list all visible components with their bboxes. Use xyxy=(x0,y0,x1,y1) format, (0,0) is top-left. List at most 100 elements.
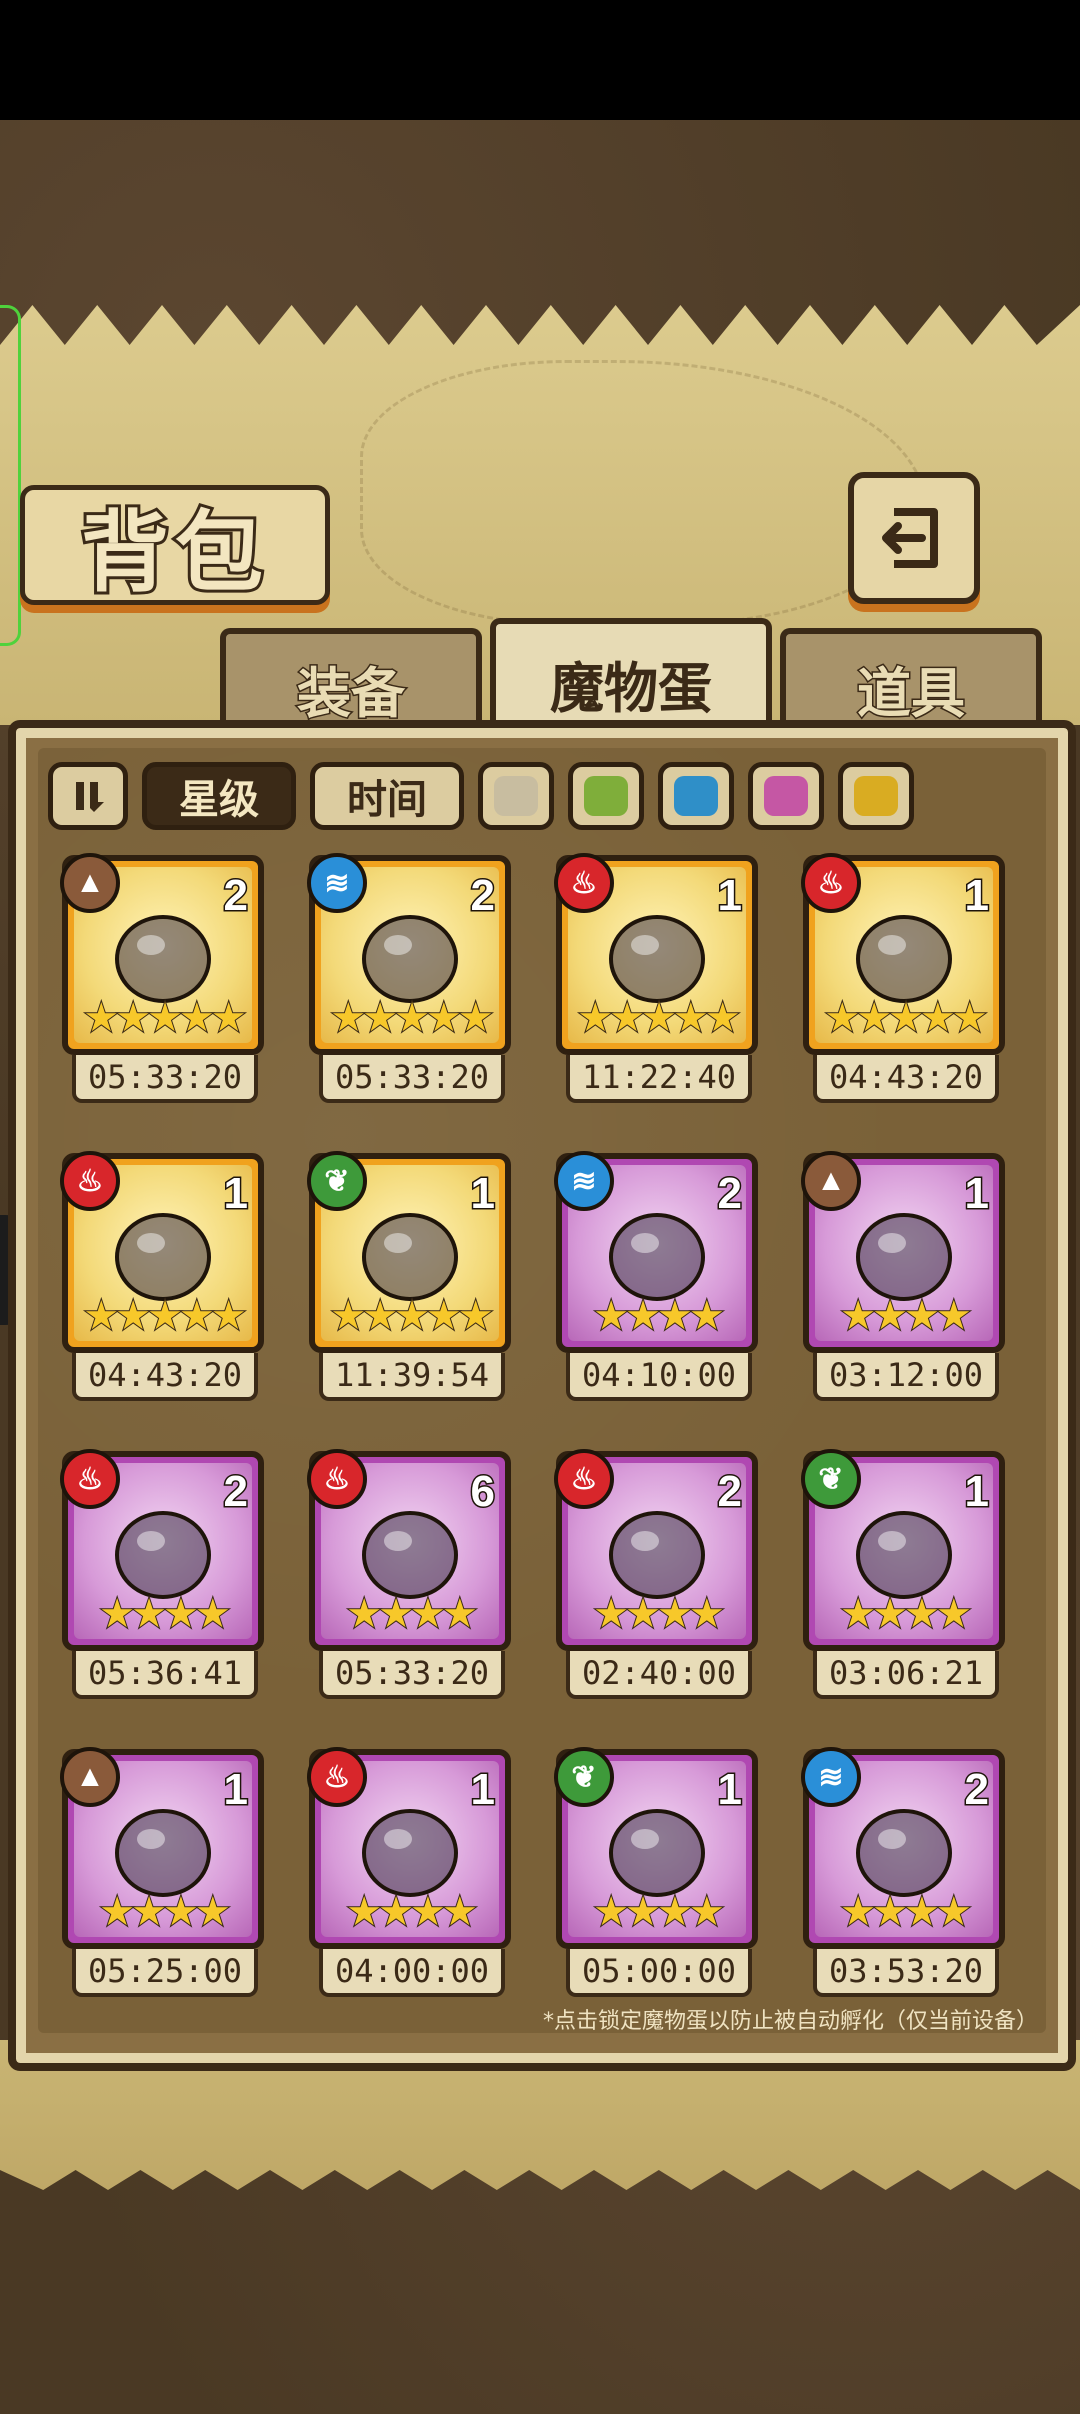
egg-count: 1 xyxy=(963,870,991,922)
egg-count: 1 xyxy=(222,1764,250,1816)
sort-order-toggle[interactable] xyxy=(48,762,128,830)
star-rating: ★★★★ xyxy=(839,1889,972,1935)
egg-frame: ♨ 2 ★★★★ xyxy=(60,1449,264,1651)
egg-card[interactable]: ▲ 1 ★★★★ 03:12:00 xyxy=(801,1151,1013,1408)
egg-frame: ♨ 1 ★★★★ xyxy=(307,1747,511,1949)
hatch-timer: 05:33:20 xyxy=(319,1055,505,1103)
egg-count: 1 xyxy=(469,1168,497,1220)
egg-frame: ❦ 1 ★★★★★ xyxy=(307,1151,511,1353)
fire-element-icon: ♨ xyxy=(554,853,614,913)
fire-element-icon: ♨ xyxy=(60,1449,120,1509)
side-overlay-handle[interactable] xyxy=(0,305,21,646)
star-rating: ★★★★ xyxy=(345,1889,478,1935)
egg-frame: ♨ 1 ★★★★★ xyxy=(554,853,758,1055)
star-rating: ★★★★ xyxy=(345,1591,478,1637)
lock-hint-footnote: *点击锁定魔物蛋以防止被自动孵化（仅当前设备） xyxy=(542,2009,1038,2034)
nature-element-icon: ❦ xyxy=(801,1449,861,1509)
hatch-timer: 05:25:00 xyxy=(72,1949,258,1997)
filter-color-neutral[interactable] xyxy=(478,762,554,830)
hatch-timer: 05:00:00 xyxy=(566,1949,752,1997)
egg-frame: ▲ 2 ★★★★★ xyxy=(60,853,264,1055)
egg-frame: ≋ 2 ★★★★ xyxy=(801,1747,1005,1949)
egg-card[interactable]: ♨ 1 ★★★★★ 04:43:20 xyxy=(801,853,1013,1110)
nature-element-icon: ❦ xyxy=(554,1747,614,1807)
egg-count: 2 xyxy=(469,870,497,922)
fire-element-icon: ♨ xyxy=(307,1747,367,1807)
sort-by-star-button[interactable]: 星级 xyxy=(142,762,296,830)
hatch-timer: 11:39:54 xyxy=(319,1353,505,1401)
egg-card[interactable]: ♨ 2 ★★★★ 02:40:00 xyxy=(554,1449,766,1706)
egg-frame: ♨ 1 ★★★★★ xyxy=(60,1151,264,1353)
egg-count: 2 xyxy=(963,1764,991,1816)
star-rating: ★★★★ xyxy=(839,1591,972,1637)
water-element-icon: ≋ xyxy=(801,1747,861,1807)
hatch-timer: 05:36:41 xyxy=(72,1651,258,1699)
egg-frame: ♨ 6 ★★★★ xyxy=(307,1449,511,1651)
page-title-plate: 背包 xyxy=(20,485,330,607)
star-rating: ★★★★★ xyxy=(823,995,988,1041)
earth-element-icon: ▲ xyxy=(60,1747,120,1807)
egg-count: 1 xyxy=(469,1764,497,1816)
fire-element-icon: ♨ xyxy=(554,1449,614,1509)
egg-frame: ≋ 2 ★★★★★ xyxy=(307,853,511,1055)
color-swatch xyxy=(764,776,808,816)
egg-card[interactable]: ❦ 1 ★★★★ 03:06:21 xyxy=(801,1449,1013,1706)
egg-count: 1 xyxy=(716,870,744,922)
egg-card[interactable]: ♨ 6 ★★★★ 05:33:20 xyxy=(307,1449,519,1706)
back-button[interactable] xyxy=(848,472,980,604)
egg-count: 2 xyxy=(222,1466,250,1518)
egg-card[interactable]: ≋ 2 ★★★★★ 05:33:20 xyxy=(307,853,519,1110)
color-swatch xyxy=(854,776,898,816)
egg-card[interactable]: ♨ 1 ★★★★★ 04:43:20 xyxy=(60,1151,272,1408)
fire-element-icon: ♨ xyxy=(60,1151,120,1211)
egg-card[interactable]: ♨ 1 ★★★★ 04:00:00 xyxy=(307,1747,519,2004)
egg-card[interactable]: ≋ 2 ★★★★ 04:10:00 xyxy=(554,1151,766,1408)
egg-frame: ❦ 1 ★★★★ xyxy=(801,1449,1005,1651)
filter-color-gold[interactable] xyxy=(838,762,914,830)
egg-card[interactable]: ❦ 1 ★★★★ 05:00:00 xyxy=(554,1747,766,2004)
hatch-timer: 05:33:20 xyxy=(319,1651,505,1699)
egg-frame: ▲ 1 ★★★★ xyxy=(60,1747,264,1949)
color-swatch xyxy=(584,776,628,816)
star-rating: ★★★★ xyxy=(98,1591,231,1637)
hatch-timer: 04:43:20 xyxy=(813,1055,999,1103)
pause-sort-icon xyxy=(76,782,104,812)
hatch-timer: 04:00:00 xyxy=(319,1949,505,1997)
hatch-timer: 03:12:00 xyxy=(813,1353,999,1401)
egg-count: 2 xyxy=(222,870,250,922)
egg-frame: ♨ 1 ★★★★★ xyxy=(801,853,1005,1055)
sort-by-time-button[interactable]: 时间 xyxy=(310,762,464,830)
egg-frame: ❦ 1 ★★★★ xyxy=(554,1747,758,1949)
egg-card[interactable]: ❦ 1 ★★★★★ 11:39:54 xyxy=(307,1151,519,1408)
star-rating: ★★★★★ xyxy=(576,995,741,1041)
star-rating: ★★★★ xyxy=(98,1889,231,1935)
star-rating: ★★★★ xyxy=(592,1591,725,1637)
color-swatch xyxy=(674,776,718,816)
egg-card[interactable]: ▲ 1 ★★★★ 05:25:00 xyxy=(60,1747,272,2004)
egg-count: 2 xyxy=(716,1466,744,1518)
egg-card[interactable]: ▲ 2 ★★★★★ 05:33:20 xyxy=(60,853,272,1110)
filter-color-green[interactable] xyxy=(568,762,644,830)
color-swatch xyxy=(494,776,538,816)
star-rating: ★★★★ xyxy=(839,1293,972,1339)
filter-color-pink[interactable] xyxy=(748,762,824,830)
nature-element-icon: ❦ xyxy=(307,1151,367,1211)
hatch-timer: 11:22:40 xyxy=(566,1055,752,1103)
star-rating: ★★★★ xyxy=(592,1889,725,1935)
egg-count: 1 xyxy=(963,1466,991,1518)
egg-frame: ♨ 2 ★★★★ xyxy=(554,1449,758,1651)
egg-card[interactable]: ≋ 2 ★★★★ 03:53:20 xyxy=(801,1747,1013,2004)
hatch-timer: 03:06:21 xyxy=(813,1651,999,1699)
egg-frame: ≋ 2 ★★★★ xyxy=(554,1151,758,1353)
egg-card[interactable]: ♨ 2 ★★★★ 05:36:41 xyxy=(60,1449,272,1706)
filter-color-blue[interactable] xyxy=(658,762,734,830)
hatch-timer: 04:43:20 xyxy=(72,1353,258,1401)
page-title: 背包 xyxy=(78,498,269,607)
egg-count: 6 xyxy=(469,1466,497,1518)
hatch-timer: 03:53:20 xyxy=(813,1949,999,1997)
water-element-icon: ≋ xyxy=(307,853,367,913)
hatch-timer: 04:10:00 xyxy=(566,1353,752,1401)
egg-card[interactable]: ♨ 1 ★★★★★ 11:22:40 xyxy=(554,853,766,1110)
star-rating: ★★★★★ xyxy=(82,1293,247,1339)
water-element-icon: ≋ xyxy=(554,1151,614,1211)
